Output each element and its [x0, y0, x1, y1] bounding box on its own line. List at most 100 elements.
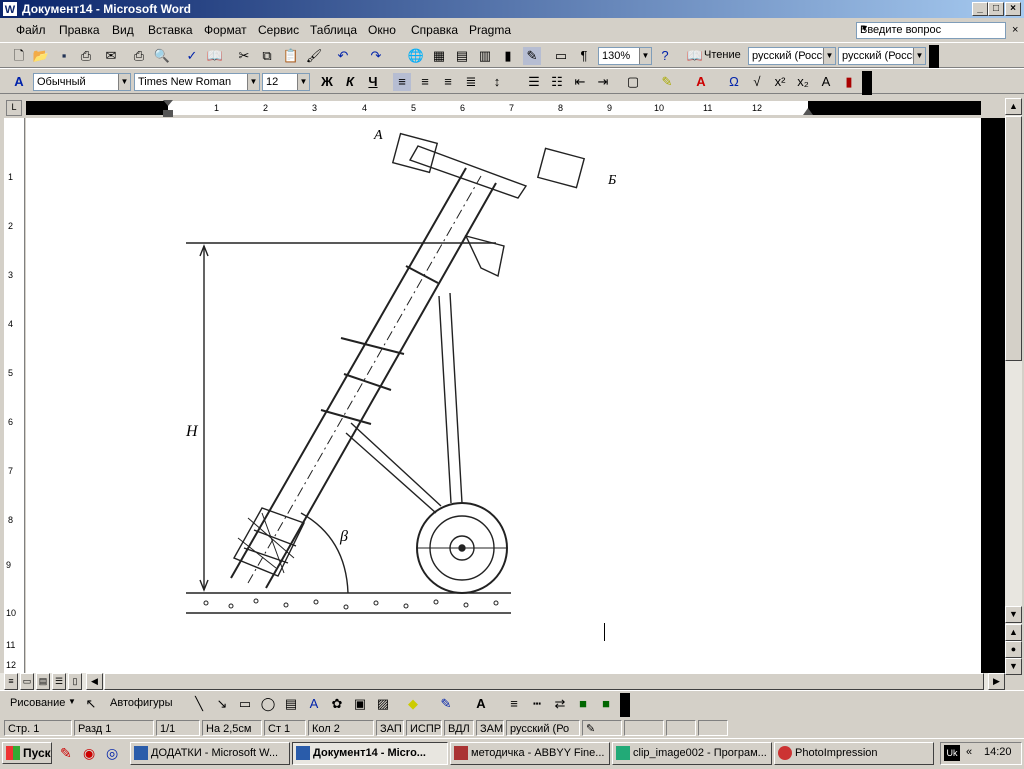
- picture-icon[interactable]: ▨: [374, 695, 392, 713]
- line-style-icon[interactable]: ≡: [505, 695, 523, 713]
- cut-icon[interactable]: ✂: [235, 47, 253, 65]
- line-spacing-icon[interactable]: ↕: [488, 73, 506, 91]
- task-document14[interactable]: Документ14 - Micro...: [292, 742, 448, 765]
- left-indent-icon[interactable]: [163, 110, 173, 117]
- border-icon[interactable]: ▢: [624, 73, 642, 91]
- close-doc-icon[interactable]: ×: [1012, 24, 1018, 36]
- justify-icon[interactable]: ≣: [462, 73, 480, 91]
- autoshapes-button[interactable]: Автофигуры: [110, 697, 173, 709]
- help-icon[interactable]: ?: [656, 47, 674, 65]
- line-color-icon[interactable]: ✎: [437, 695, 455, 713]
- wordart-icon[interactable]: A: [305, 695, 323, 713]
- subscript-icon[interactable]: x₂: [794, 73, 812, 91]
- chevron-down-icon[interactable]: ▼: [913, 48, 925, 64]
- print-icon[interactable]: ⎙: [130, 47, 148, 65]
- status-rec[interactable]: ЗАП: [376, 720, 404, 736]
- status-ovr[interactable]: ЗАМ: [476, 720, 504, 736]
- toolbar-options-icon[interactable]: [620, 693, 630, 717]
- language-select-2[interactable]: русский (Росси ▼: [838, 47, 926, 65]
- hyperlink-icon[interactable]: 🌐: [407, 47, 425, 65]
- task-clip-image[interactable]: clip_image002 - Програм...: [612, 742, 772, 765]
- status-track[interactable]: ИСПР: [406, 720, 442, 736]
- scroll-right-icon[interactable]: ▶: [988, 673, 1005, 690]
- chevron-down-icon[interactable]: ▼: [860, 23, 1003, 33]
- menu-view[interactable]: Вид: [112, 23, 134, 37]
- zoom-select[interactable]: 130% ▼: [598, 47, 652, 65]
- italic-button[interactable]: К: [341, 73, 359, 91]
- menu-help[interactable]: Справка: [411, 23, 458, 37]
- language-select-1[interactable]: русский (Росси ▼: [748, 47, 836, 65]
- dash-style-icon[interactable]: ┅: [528, 695, 546, 713]
- symbol-icon[interactable]: Ω: [725, 73, 743, 91]
- open-icon[interactable]: 📂: [32, 47, 50, 65]
- diagram-icon[interactable]: ✿: [328, 695, 346, 713]
- textbox-icon[interactable]: ▤: [282, 695, 300, 713]
- status-language[interactable]: русский (Ро: [506, 720, 580, 736]
- language-indicator[interactable]: Uk: [944, 745, 960, 761]
- highlight-icon[interactable]: ✎: [658, 73, 676, 91]
- right-indent-icon[interactable]: [803, 108, 813, 115]
- 3d-icon[interactable]: ■: [597, 695, 615, 713]
- document-page[interactable]: А Б H β: [26, 118, 981, 673]
- bold-button[interactable]: Ж: [318, 73, 336, 91]
- insert-excel-icon[interactable]: ▥: [476, 47, 494, 65]
- font-size-select[interactable]: 12 ▼: [262, 73, 310, 91]
- fill-color-icon[interactable]: ◆: [404, 695, 422, 713]
- task-photoimpression[interactable]: PhotoImpression: [774, 742, 934, 765]
- new-icon[interactable]: 🗋: [10, 47, 28, 65]
- rectangle-icon[interactable]: ▭: [236, 695, 254, 713]
- arrow-icon[interactable]: ↘: [213, 695, 231, 713]
- scroll-down-icon[interactable]: ▼: [1005, 606, 1022, 623]
- horizontal-scrollbar[interactable]: ≡ ▭ ▤ ☰ ▯ ◀ ▶: [0, 673, 1005, 690]
- vertical-scrollbar[interactable]: ▲ ▼ ▲ ● ▼: [1005, 98, 1022, 675]
- arrow-style-icon[interactable]: ⇄: [551, 695, 569, 713]
- align-right-icon[interactable]: ≡: [439, 73, 457, 91]
- prev-page-icon[interactable]: ▲: [1005, 624, 1022, 641]
- menu-format[interactable]: Формат: [204, 23, 247, 37]
- paste-icon[interactable]: 📋: [282, 47, 300, 65]
- grow-font-icon[interactable]: A: [817, 73, 835, 91]
- print-layout-icon[interactable]: ▤: [36, 673, 50, 690]
- menu-file[interactable]: Файл: [16, 23, 46, 37]
- columns-icon[interactable]: ▮: [499, 47, 517, 65]
- copy-icon[interactable]: ⧉: [258, 47, 276, 65]
- reading-button[interactable]: Чтение: [704, 49, 741, 61]
- quicklaunch-icon-2[interactable]: ◉: [83, 745, 95, 762]
- maximize-button[interactable]: □: [988, 2, 1004, 16]
- align-center-icon[interactable]: ≡: [416, 73, 434, 91]
- clipart-icon[interactable]: ▣: [351, 695, 369, 713]
- bullets-icon[interactable]: ☷: [548, 73, 566, 91]
- show-hide-icon[interactable]: ¶: [575, 47, 593, 65]
- spelling-icon[interactable]: ✓: [183, 47, 201, 65]
- font-select[interactable]: Times New Roman ▼: [134, 73, 260, 91]
- print-preview-icon[interactable]: 🔍: [153, 47, 171, 65]
- spelling-status-icon[interactable]: ✎: [582, 720, 622, 736]
- chevron-down-icon[interactable]: ▼: [297, 74, 309, 90]
- toolbar-options-icon[interactable]: [929, 45, 939, 69]
- start-button[interactable]: Пуск: [2, 742, 52, 764]
- underline-button[interactable]: Ч: [364, 73, 382, 91]
- menu-tools[interactable]: Сервис: [258, 23, 299, 37]
- ask-question-box[interactable]: Введите вопрос ▼: [856, 22, 1006, 39]
- tray-expand-icon[interactable]: «: [966, 746, 972, 758]
- scroll-up-icon[interactable]: ▲: [1005, 98, 1022, 115]
- numbering-icon[interactable]: ☰: [525, 73, 543, 91]
- tables-borders-icon[interactable]: ▦: [430, 47, 448, 65]
- status-ext[interactable]: ВДЛ: [444, 720, 474, 736]
- tab-selector-icon[interactable]: L: [6, 100, 22, 116]
- draw-menu-button[interactable]: Рисование: [10, 697, 65, 709]
- next-page-icon[interactable]: ▼: [1005, 658, 1022, 675]
- scroll-left-icon[interactable]: ◀: [86, 673, 103, 690]
- undo-icon[interactable]: ↶: [334, 47, 352, 65]
- redo-icon[interactable]: ↷: [367, 47, 385, 65]
- menu-insert[interactable]: Вставка: [148, 23, 193, 37]
- align-left-icon[interactable]: ≡: [393, 73, 411, 91]
- first-line-indent-icon[interactable]: [163, 100, 173, 106]
- decrease-indent-icon[interactable]: ⇤: [571, 73, 589, 91]
- word-icon[interactable]: W: [2, 1, 18, 17]
- chevron-down-icon[interactable]: ▼: [118, 74, 130, 90]
- line-icon[interactable]: ╲: [190, 695, 208, 713]
- document-map-icon[interactable]: ▭: [552, 47, 570, 65]
- increase-indent-icon[interactable]: ⇥: [594, 73, 612, 91]
- task-metodichka[interactable]: методичка - ABBYY Fine...: [450, 742, 610, 765]
